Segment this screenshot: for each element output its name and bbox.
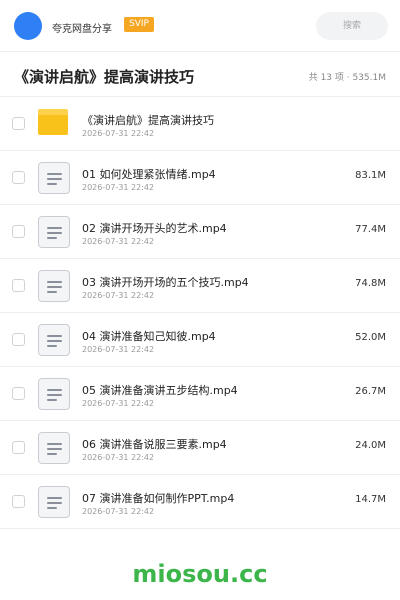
file-name: 04 演讲准备知己知彼.mp4 bbox=[82, 330, 216, 343]
file-list: 《演讲启航》提高演讲技巧 2026-07-31 22:42 01 如何处理紧张情… bbox=[0, 97, 400, 529]
file-name: 《演讲启航》提高演讲技巧 bbox=[82, 114, 214, 127]
file-size: 26.7M bbox=[355, 386, 386, 397]
file-doc-icon bbox=[38, 486, 70, 518]
file-date: 2026-07-31 22:42 bbox=[82, 183, 155, 192]
file-row[interactable]: 01 如何处理紧张情绪.mp4 2026-07-31 22:42 83.1M bbox=[0, 151, 400, 205]
file-date: 2026-07-31 22:42 bbox=[82, 291, 155, 300]
row-checkbox[interactable] bbox=[12, 387, 25, 400]
row-checkbox[interactable] bbox=[12, 333, 25, 346]
file-doc-icon bbox=[38, 162, 70, 194]
svip-badge: SVIP bbox=[124, 17, 154, 32]
file-row[interactable]: 02 演讲开场开头的艺术.mp4 2026-07-31 22:42 77.4M bbox=[0, 205, 400, 259]
file-row[interactable]: 06 演讲准备说服三要素.mp4 2026-07-31 22:42 24.0M bbox=[0, 421, 400, 475]
search-input[interactable]: 搜索 bbox=[316, 12, 388, 40]
file-name: 01 如何处理紧张情绪.mp4 bbox=[82, 168, 216, 181]
folder-title-bar: 《演讲启航》提高演讲技巧 共 13 项 · 535.1M bbox=[0, 53, 400, 97]
row-checkbox[interactable] bbox=[12, 279, 25, 292]
row-checkbox[interactable] bbox=[12, 171, 25, 184]
file-doc-icon bbox=[38, 324, 70, 356]
file-name: 05 演讲准备演讲五步结构.mp4 bbox=[82, 384, 238, 397]
folder-icon bbox=[38, 109, 70, 141]
row-checkbox[interactable] bbox=[12, 117, 25, 130]
file-date: 2026-07-31 22:42 bbox=[82, 399, 155, 408]
folder-summary: 共 13 项 · 535.1M bbox=[308, 73, 386, 83]
file-doc-icon bbox=[38, 216, 70, 248]
file-size: 24.0M bbox=[355, 440, 386, 451]
file-date: 2026-07-31 22:42 bbox=[82, 507, 155, 516]
file-date: 2026-07-31 22:42 bbox=[82, 345, 155, 354]
file-size: 14.7M bbox=[355, 494, 386, 505]
file-name: 03 演讲开场开场的五个技巧.mp4 bbox=[82, 276, 249, 289]
row-checkbox[interactable] bbox=[12, 225, 25, 238]
file-size: 77.4M bbox=[355, 224, 386, 235]
file-doc-icon bbox=[38, 378, 70, 410]
file-size: 52.0M bbox=[355, 332, 386, 343]
file-size: 74.8M bbox=[355, 278, 386, 289]
file-row[interactable]: 03 演讲开场开场的五个技巧.mp4 2026-07-31 22:42 74.8… bbox=[0, 259, 400, 313]
file-doc-icon bbox=[38, 270, 70, 302]
file-date: 2026-07-31 22:42 bbox=[82, 129, 155, 138]
row-checkbox[interactable] bbox=[12, 441, 25, 454]
file-doc-icon bbox=[38, 432, 70, 464]
file-row[interactable]: 07 演讲准备如何制作PPT.mp4 2026-07-31 22:42 14.7… bbox=[0, 475, 400, 529]
file-row-folder[interactable]: 《演讲启航》提高演讲技巧 2026-07-31 22:42 bbox=[0, 97, 400, 151]
sharer-name: 夸克网盘分享 bbox=[52, 24, 112, 35]
file-name: 07 演讲准备如何制作PPT.mp4 bbox=[82, 492, 235, 505]
watermark-text: miosou.cc bbox=[132, 560, 268, 588]
file-row[interactable]: 04 演讲准备知己知彼.mp4 2026-07-31 22:42 52.0M bbox=[0, 313, 400, 367]
app-header: 夸克网盘分享 SVIP 搜索 bbox=[0, 0, 400, 52]
file-name: 02 演讲开场开头的艺术.mp4 bbox=[82, 222, 227, 235]
file-row[interactable]: 05 演讲准备演讲五步结构.mp4 2026-07-31 22:42 26.7M bbox=[0, 367, 400, 421]
file-date: 2026-07-31 22:42 bbox=[82, 237, 155, 246]
file-size: 83.1M bbox=[355, 170, 386, 181]
file-date: 2026-07-31 22:42 bbox=[82, 453, 155, 462]
avatar[interactable] bbox=[14, 12, 42, 40]
page-title: 《演讲启航》提高演讲技巧 bbox=[14, 68, 195, 86]
row-checkbox[interactable] bbox=[12, 495, 25, 508]
file-name: 06 演讲准备说服三要素.mp4 bbox=[82, 438, 227, 451]
